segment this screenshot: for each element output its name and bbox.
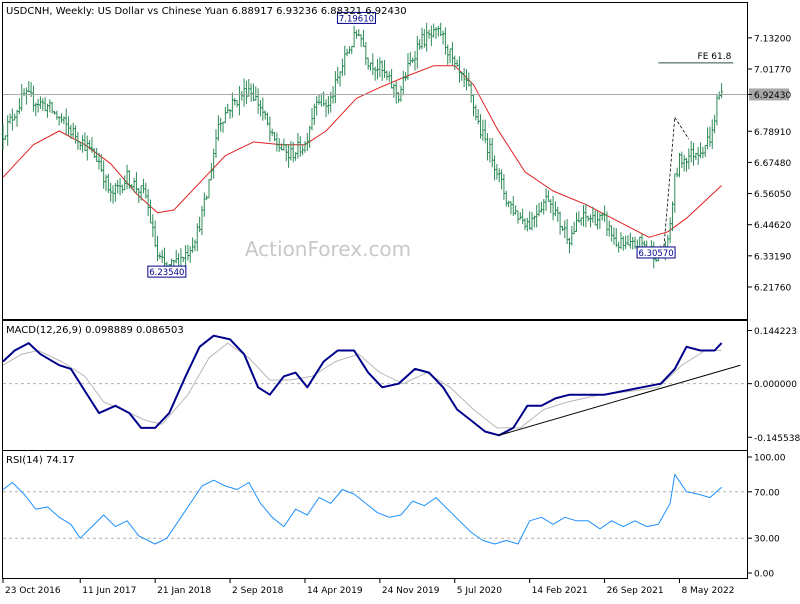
x-tick-label: 11 Jun 2017 bbox=[82, 586, 136, 596]
x-tick-label: 24 Nov 2019 bbox=[382, 586, 440, 596]
macd-trendline bbox=[499, 364, 741, 436]
x-tick-label: 26 Sep 2021 bbox=[607, 586, 664, 596]
price-callout-label: 6.30570 bbox=[638, 249, 673, 259]
main-y-label: 7.01770 bbox=[754, 66, 791, 76]
rsi-y-label: 100.00 bbox=[754, 454, 786, 464]
main-title: USDCNH, Weekly: US Dollar vs Chinese Yua… bbox=[6, 6, 407, 17]
x-tick-label: 14 Feb 2021 bbox=[532, 586, 588, 596]
rsi-panel-border bbox=[2, 450, 748, 579]
main-y-label: 6.44620 bbox=[754, 221, 791, 231]
x-tick-label: 8 May 2022 bbox=[681, 586, 734, 596]
macd-title: MACD(12,26,9) 0.098889 0.086503 bbox=[6, 325, 184, 336]
macd-y-label: -0.145538 bbox=[754, 434, 800, 444]
main-y-label: 6.56050 bbox=[754, 190, 791, 200]
x-tick-label: 21 Jan 2018 bbox=[157, 586, 211, 596]
watermark: ActionForex.com bbox=[245, 237, 411, 261]
macd-lines bbox=[2, 334, 741, 437]
price-callout-label: 6.23540 bbox=[149, 268, 184, 278]
rsi-y-label: 0.00 bbox=[754, 570, 774, 580]
chart-canvas: FE 61.86.235407.196106.30570 7.132007.01… bbox=[1, 2, 800, 596]
macd-main-line bbox=[2, 334, 723, 437]
moving-average-line bbox=[2, 65, 722, 238]
x-tick-label: 2 Sep 2018 bbox=[232, 586, 284, 596]
x-tick-label: 14 Apr 2019 bbox=[307, 586, 363, 596]
main-y-label: 7.13200 bbox=[754, 34, 791, 44]
rsi-y-label: 30.00 bbox=[754, 535, 780, 545]
macd-y-label: 0.000000 bbox=[754, 380, 797, 390]
moving-average-path bbox=[2, 65, 722, 238]
main-y-label: 6.33190 bbox=[754, 252, 791, 262]
macd-y-label: 0.144223 bbox=[754, 327, 797, 337]
macd-panel-border bbox=[2, 320, 748, 451]
main-panel-border bbox=[2, 2, 748, 320]
rsi-path bbox=[2, 473, 722, 545]
main-y-label: 6.21760 bbox=[754, 283, 791, 293]
fe-level-label: FE 61.8 bbox=[698, 52, 732, 62]
swing-projection-line bbox=[674, 117, 690, 140]
main-y-axis: 7.13200 7.01770 6.92430 6.78910 6.67480 6.560… bbox=[748, 34, 791, 293]
rsi-y-axis: 100.00 70.00 30.00 0.00 bbox=[748, 454, 786, 580]
chart-window: FE 61.8 6.23540 7.19610 6.30570 7.13200 7.01… bbox=[0, 0, 800, 600]
main-y-label: 6.67480 bbox=[754, 159, 791, 169]
rsi-line bbox=[2, 473, 722, 545]
main-y-label: 6.78910 bbox=[754, 128, 791, 138]
main-y-label: 6.92430 bbox=[754, 91, 791, 101]
x-tick-label: 23 Oct 2016 bbox=[5, 586, 61, 596]
macd-y-axis: 0.144223 0.000000 -0.145538 bbox=[748, 327, 800, 444]
x-tick-label: 5 Jul 2020 bbox=[457, 586, 502, 596]
x-axis: 23 Oct 2016 11 Jun 2017 21 Jan 2018 2 Sep 2… bbox=[2, 579, 734, 596]
rsi-y-label: 70.00 bbox=[754, 488, 780, 498]
rsi-grid bbox=[3, 491, 747, 539]
swing-projection-line bbox=[662, 117, 676, 257]
rsi-title: RSI(14) 74.17 bbox=[6, 455, 75, 466]
macd-signal-line bbox=[2, 342, 722, 429]
